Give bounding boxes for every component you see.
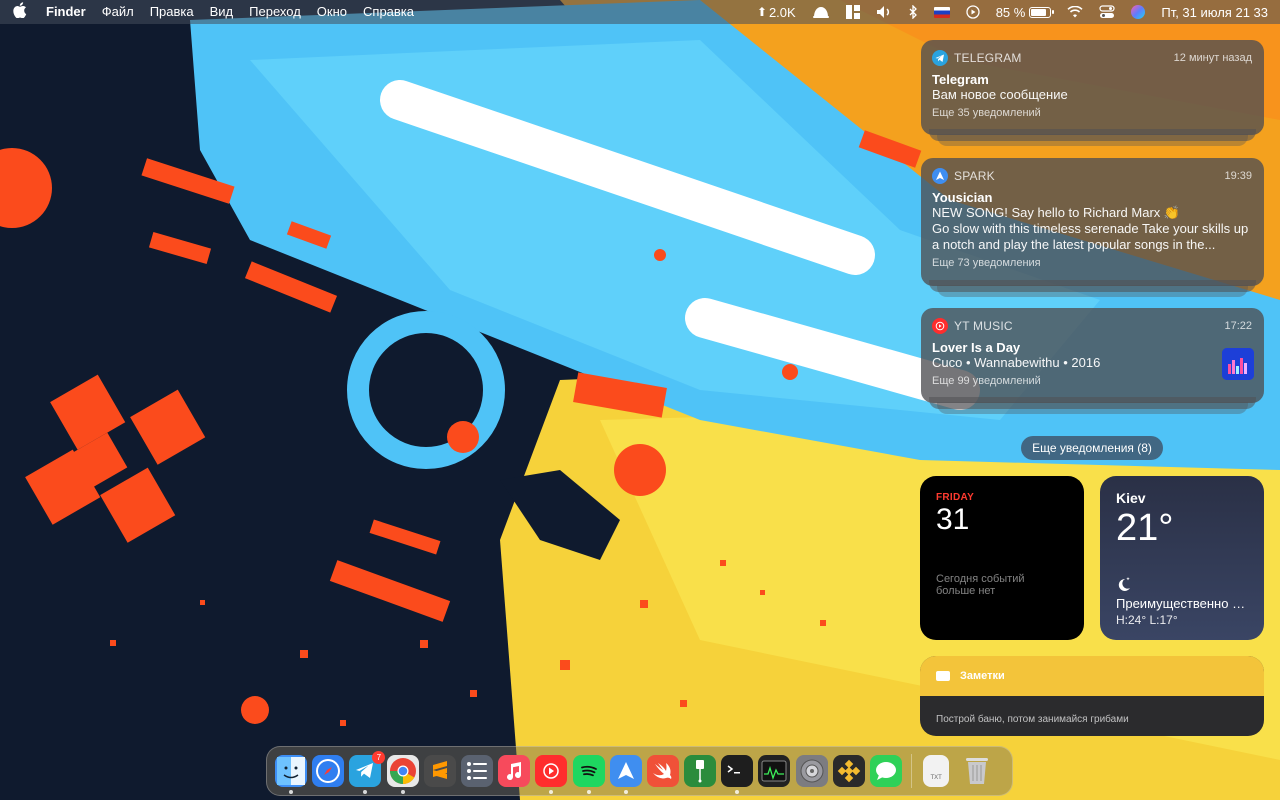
dock-telegram-icon[interactable]: 7 xyxy=(349,751,386,794)
text-document-icon[interactable]: TXT xyxy=(923,755,950,787)
menu-edit[interactable]: Правка xyxy=(142,0,202,24)
notes-widget-title: Заметки xyxy=(960,670,1005,682)
trash-icon[interactable] xyxy=(961,755,993,787)
dock-tasks-icon[interactable] xyxy=(460,755,493,787)
folder-icon xyxy=(936,671,950,681)
network-speed-status[interactable]: ⬆ 2.0K xyxy=(749,0,804,24)
notification-app-name: SPARK xyxy=(954,169,995,183)
control-center-icon[interactable] xyxy=(1091,0,1123,24)
volume-icon[interactable] xyxy=(868,0,900,24)
notification-more-count[interactable]: Еще 99 уведомлений xyxy=(932,375,1252,387)
input-source-flag-icon[interactable] xyxy=(926,0,958,24)
weather-city: Kiev xyxy=(1116,490,1146,506)
running-indicator xyxy=(549,790,554,794)
notification-title: Lover Is a Day xyxy=(932,340,1021,355)
notification-more-count[interactable]: Еще 35 уведомлений xyxy=(932,107,1252,119)
notification-time: 19:39 xyxy=(1224,170,1252,182)
upload-arrow-icon: ⬆ xyxy=(756,5,767,19)
notification-time: 12 минут назад xyxy=(1173,52,1252,64)
notes-widget[interactable]: Заметки Построй баню, потом занимайся гр… xyxy=(920,656,1264,736)
battery-level-fill xyxy=(1031,8,1046,16)
network-speed-value: 2.0K xyxy=(768,4,796,20)
dock-chrome-icon[interactable] xyxy=(386,755,419,794)
dock-messages-icon[interactable] xyxy=(870,755,902,787)
dock-separator xyxy=(911,754,913,788)
bluetooth-icon[interactable] xyxy=(900,0,926,24)
dock-finder-icon[interactable] xyxy=(275,755,307,794)
notification-title: Yousician xyxy=(932,190,993,205)
menu-file[interactable]: Файл xyxy=(94,0,142,24)
dock-spark-icon[interactable] xyxy=(609,755,642,794)
calendar-widget[interactable]: FRIDAY 31 Сегодня событий больше нет xyxy=(920,476,1084,640)
apple-menu-icon[interactable] xyxy=(0,2,40,22)
telegram-icon xyxy=(932,50,948,66)
running-indicator xyxy=(363,790,368,794)
menu-view[interactable]: Вид xyxy=(202,0,242,24)
dock-usb-app-icon[interactable] xyxy=(684,755,717,787)
notification-body-continued: Go slow with this timeless serenade Take… xyxy=(932,221,1249,252)
dock-swift-icon[interactable] xyxy=(646,755,679,787)
running-indicator xyxy=(735,790,740,794)
dock-binance-icon[interactable] xyxy=(832,755,865,787)
notification-title: Telegram xyxy=(932,72,989,87)
notification-app-name: TELEGRAM xyxy=(954,51,1022,65)
weather-temperature: 21° xyxy=(1116,507,1174,549)
running-indicator xyxy=(586,790,591,794)
show-more-notifications-button[interactable]: Еще уведомления (8) xyxy=(1021,436,1163,460)
note-preview: Построй баню, потом занимайся грибами xyxy=(936,714,1129,725)
notification-app-name: YT MUSIC xyxy=(954,319,1013,333)
running-indicator xyxy=(289,790,293,794)
siri-icon[interactable] xyxy=(1123,0,1153,24)
notification-more-count[interactable]: Еще 73 уведомления xyxy=(932,257,1252,269)
dock-badge: 7 xyxy=(372,751,386,764)
document-type-label: TXT xyxy=(930,775,942,781)
notification-yt-music[interactable]: YT MUSIC 17:22 Lover Is a Day Cuco • Wan… xyxy=(921,308,1264,414)
running-indicator xyxy=(623,790,628,794)
notification-time: 17:22 xyxy=(1224,320,1252,332)
notification-body: Cuco • Wannabewithu • 2016 xyxy=(932,355,1101,370)
window-layout-icon[interactable] xyxy=(838,0,868,24)
notification-body: Вам новое сообщение xyxy=(932,87,1068,102)
album-art-thumbnail xyxy=(1222,348,1254,380)
dock-music-icon[interactable] xyxy=(498,755,531,787)
battery-status[interactable]: 85 % xyxy=(988,0,1060,24)
dock-sublime-text-icon[interactable] xyxy=(423,755,456,787)
calendar-date: 31 xyxy=(936,503,970,536)
notification-body: NEW SONG! Say hello to Richard Marx 👏 xyxy=(932,205,1181,220)
dock-youtube-music-icon[interactable] xyxy=(535,755,568,794)
battery-icon xyxy=(1029,6,1055,18)
notification-telegram[interactable]: TELEGRAM 12 минут назад Telegram Вам нов… xyxy=(921,40,1264,146)
dock: 7 TXT xyxy=(266,746,1013,796)
dock-system-preferences-icon[interactable] xyxy=(795,755,828,787)
weather-high-low: H:24° L:17° xyxy=(1116,613,1178,627)
spark-icon xyxy=(932,168,948,184)
dock-spotify-icon[interactable] xyxy=(572,755,605,794)
youtube-music-icon xyxy=(932,318,948,334)
play-circle-icon[interactable] xyxy=(958,0,988,24)
notification-spark[interactable]: SPARK 19:39 Yousician NEW SONG! Say hell… xyxy=(921,158,1264,297)
dock-safari-icon[interactable] xyxy=(312,755,345,787)
app-name-menu[interactable]: Finder xyxy=(40,0,94,24)
clock-datetime[interactable]: Пт, 31 июля 21 33 xyxy=(1153,0,1280,24)
weather-condition: Преимущественно ясно xyxy=(1116,596,1252,611)
moon-stars-icon xyxy=(1116,576,1132,597)
running-indicator xyxy=(400,790,405,794)
ghost-app-icon[interactable] xyxy=(804,0,838,24)
dock-activity-monitor-icon[interactable] xyxy=(758,755,791,787)
menu-help[interactable]: Справка xyxy=(355,0,422,24)
calendar-weekday: FRIDAY xyxy=(936,492,975,503)
dock-terminal-icon[interactable] xyxy=(721,755,754,794)
weather-widget[interactable]: Kiev 21° Преимущественно ясно H:24° L:17… xyxy=(1100,476,1264,640)
battery-percent: 85 % xyxy=(995,4,1026,20)
wifi-icon[interactable] xyxy=(1059,0,1091,24)
menu-go[interactable]: Переход xyxy=(241,0,309,24)
menu-window[interactable]: Окно xyxy=(309,0,355,24)
menu-bar: Finder Файл Правка Вид Переход Окно Спра… xyxy=(0,0,1280,24)
calendar-no-events: Сегодня событий больше нет xyxy=(936,573,1025,597)
